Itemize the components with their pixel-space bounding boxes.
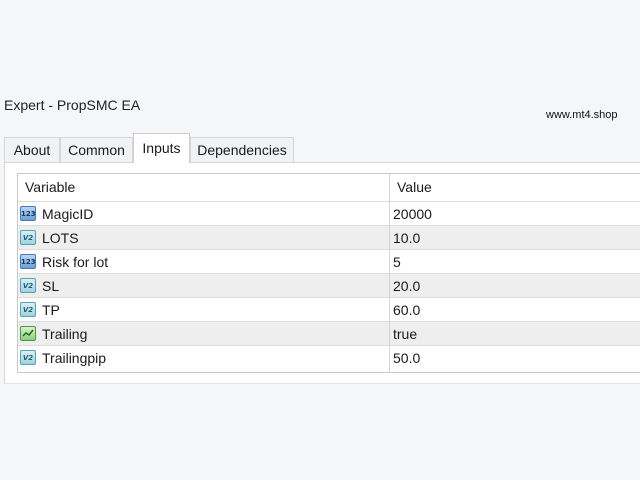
table-row[interactable]: 123 Risk for lot 5: [18, 249, 640, 273]
int-icon: 123: [20, 254, 36, 269]
table-row[interactable]: Trailing true: [18, 321, 640, 345]
variable-name: TP: [42, 302, 60, 318]
variable-name: SL: [42, 278, 60, 294]
variable-name: Trailing: [42, 326, 88, 342]
variable-value[interactable]: true: [393, 322, 417, 346]
table-row[interactable]: V2 SL 20.0: [18, 273, 640, 297]
variable-value[interactable]: 20.0: [393, 274, 420, 298]
variable-name: Trailingpip: [42, 350, 107, 366]
tab-bar: About Common Inputs Dependencies: [4, 133, 640, 163]
watermark-text: www.mt4.shop: [546, 109, 618, 121]
window-title: Expert - PropSMC EA: [4, 97, 141, 113]
variable-name: LOTS: [42, 230, 79, 246]
variable-name: MagicID: [42, 206, 94, 222]
variable-value[interactable]: 10.0: [393, 226, 420, 250]
variable-name: Risk for lot: [42, 254, 109, 270]
table-row[interactable]: 123 MagicID 20000: [18, 201, 640, 225]
int-icon: 123: [20, 206, 36, 221]
variable-value[interactable]: 5: [393, 250, 401, 274]
bool-icon: [20, 326, 36, 341]
variable-value[interactable]: 20000: [393, 202, 432, 226]
tab-inputs[interactable]: Inputs: [133, 133, 190, 163]
inputs-table: Variable Value 123 MagicID 20000 V2 LOTS…: [17, 173, 640, 373]
tab-about[interactable]: About: [4, 137, 60, 162]
table-row[interactable]: V2 TP 60.0: [18, 297, 640, 321]
tab-dependencies[interactable]: Dependencies: [190, 137, 294, 162]
inputs-panel: Variable Value 123 MagicID 20000 V2 LOTS…: [4, 163, 640, 384]
double-icon: V2: [20, 350, 36, 365]
tab-common[interactable]: Common: [60, 137, 133, 162]
double-icon: V2: [20, 278, 36, 293]
table-row[interactable]: V2 Trailingpip 50.0: [18, 345, 640, 369]
variable-value[interactable]: 60.0: [393, 298, 420, 322]
table-header: Variable Value: [18, 174, 640, 201]
variable-value[interactable]: 50.0: [393, 346, 420, 370]
column-separator[interactable]: [389, 174, 390, 372]
double-icon: V2: [20, 230, 36, 245]
column-header-variable[interactable]: Variable: [25, 174, 75, 201]
double-icon: V2: [20, 302, 36, 317]
table-row[interactable]: V2 LOTS 10.0: [18, 225, 640, 249]
column-header-value[interactable]: Value: [397, 174, 432, 201]
